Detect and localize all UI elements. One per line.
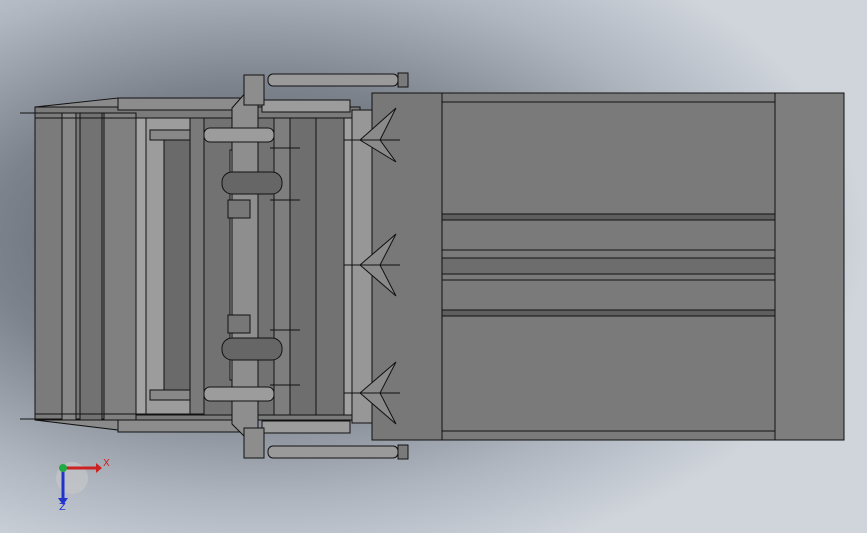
- x-axis-label: X: [103, 458, 110, 469]
- cad-viewport[interactable]: X Z: [0, 0, 867, 533]
- machine-top-view-drawing: [20, 72, 845, 505]
- z-axis-label: Z: [59, 502, 66, 513]
- coordinate-triad: [56, 462, 102, 505]
- container-body: [371, 92, 845, 441]
- hydraulic-cylinder-top: [267, 72, 409, 88]
- x-axis-head: [96, 463, 102, 473]
- hydraulic-cylinder-bottom: [267, 444, 409, 460]
- y-axis-dot: [59, 464, 67, 472]
